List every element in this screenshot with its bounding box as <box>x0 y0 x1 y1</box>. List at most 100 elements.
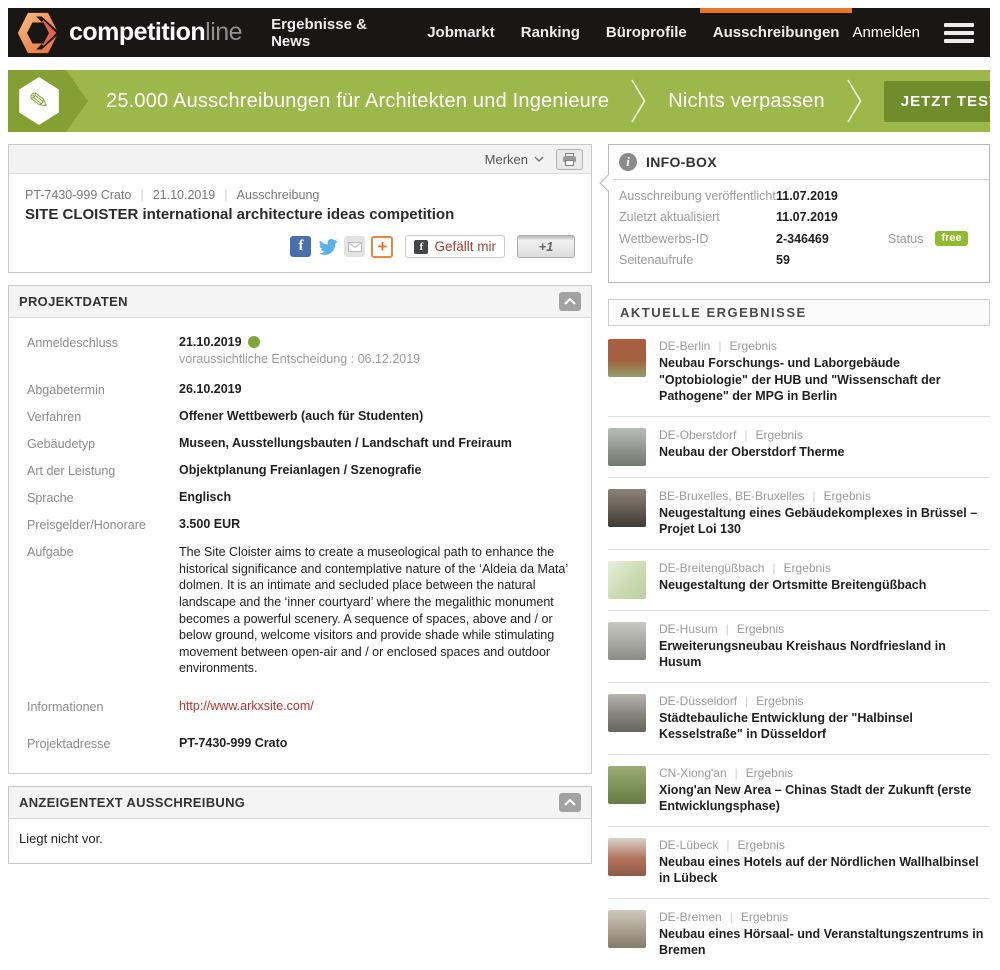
projektdaten-section: PROJEKTDATEN Anmeldeschluss 21.10.2019 v… <box>8 285 592 774</box>
result-meta: DE-OberstdorfErgebnis <box>659 428 844 442</box>
result-item-bremen[interactable]: DE-BremenErgebnis Neubau eines Hörsaal- … <box>608 899 990 970</box>
result-location: DE-Lübeck <box>659 838 718 852</box>
google-plusone-button[interactable]: +1 <box>517 235 575 258</box>
info-box: i INFO-BOX Ausschreibung veröffentlicht … <box>608 144 990 283</box>
nav-item-jobmarkt[interactable]: Jobmarkt <box>414 8 508 57</box>
results-list: DE-BerlinErgebnis Neubau Forschungs- und… <box>608 328 990 970</box>
brand-secondary: line <box>205 18 242 46</box>
facebook-like-button[interactable]: f Gefällt mir <box>405 235 505 258</box>
field-gebaeudetyp: Gebäudetyp Museen, Ausstellungsbauten / … <box>27 436 575 451</box>
facebook-share-icon[interactable]: f <box>290 236 311 257</box>
nav-right: Anmelden <box>852 8 990 57</box>
info-box-body: Ausschreibung veröffentlicht 11.07.2019 … <box>609 180 989 282</box>
nav-item-ergebnisse-news[interactable]: Ergebnisse & News <box>258 8 414 57</box>
result-location: DE-Berlin <box>659 339 710 353</box>
result-title: Neubau eines Hotels auf der Nördlichen W… <box>659 854 990 887</box>
jetzt-testen-button[interactable]: JETZT TESTEN <box>884 81 990 122</box>
login-link[interactable]: Anmelden <box>852 24 920 41</box>
cta-label: JETZT TESTEN <box>901 93 990 110</box>
result-tag: Ergebnis <box>710 339 777 353</box>
field-value: Englisch <box>179 490 575 505</box>
merken-dropdown[interactable]: Merken <box>485 152 544 167</box>
nav-item-ausschreibungen[interactable]: Ausschreibungen <box>700 8 853 57</box>
result-tag: Ergebnis <box>722 910 789 924</box>
field-informationen: Informationen http://www.arkxsite.com/ <box>27 699 575 714</box>
result-item-oberstdorf[interactable]: DE-OberstdorfErgebnis Neubau der Oberstd… <box>608 417 990 478</box>
result-thumbnail <box>608 910 646 948</box>
result-item-bruxelles[interactable]: BE-Bruxelles, BE-BruxellesErgebnis Neuge… <box>608 478 990 550</box>
print-button[interactable] <box>556 149 583 170</box>
result-tag: Ergebnis <box>727 766 794 780</box>
project-code: PT-7430-999 Crato <box>25 188 131 202</box>
entry-type: Ausschreibung <box>215 188 319 202</box>
social-share-row: f + f Gefällt mir +1 <box>25 235 575 258</box>
email-share-icon[interactable] <box>344 236 365 257</box>
card-body: PT-7430-999 Crato21.10.2019Ausschreibung… <box>9 174 591 272</box>
status-label: Status <box>888 232 923 246</box>
result-thumbnail <box>608 339 646 377</box>
info-box-title: INFO-BOX <box>646 154 717 170</box>
result-title: Neubau der Oberstdorf Therme <box>659 444 844 461</box>
external-website-link[interactable]: http://www.arkxsite.com/ <box>179 699 314 713</box>
like-label: Gefällt mir <box>434 239 496 254</box>
share-more-icon[interactable]: + <box>371 236 393 258</box>
result-title: Neubau Forschungs- und Laborgebäude "Opt… <box>659 355 990 405</box>
result-tag: Ergebnis <box>804 489 871 503</box>
info-row-seitenaufrufe: Seitenaufrufe 59 <box>619 253 979 267</box>
result-title: Neugestaltung der Ortsmitte Breitengüßba… <box>659 577 926 594</box>
result-meta: DE-DüsseldorfErgebnis <box>659 694 990 708</box>
promo-banner-badge: ✎ <box>8 70 88 132</box>
result-item-breitenguessbach[interactable]: DE-BreitengüßbachErgebnis Neugestaltung … <box>608 550 990 611</box>
result-location: DE-Husum <box>659 622 718 636</box>
result-tag: Ergebnis <box>718 838 785 852</box>
section-title: ANZEIGENTEXT AUSSCHREIBUNG <box>19 795 245 810</box>
chevron-up-icon <box>564 298 576 305</box>
result-meta: CN-Xiong'anErgebnis <box>659 766 990 780</box>
pencil-hexagon-icon: ✎ <box>17 77 61 125</box>
field-value: Offener Wettbewerb (auch für Studenten) <box>179 409 575 424</box>
competition-header-card: Merken PT-7430-999 Crato21.10.2019Aussch… <box>8 144 592 273</box>
top-navigation: competitionline Ergebnisse & News Jobmar… <box>8 8 990 57</box>
result-thumbnail <box>608 838 646 876</box>
brand-logo-link[interactable]: competitionline <box>8 8 258 57</box>
nav-item-bueroprofile[interactable]: Büroprofile <box>593 8 700 57</box>
result-tag: Ergebnis <box>736 428 803 442</box>
result-meta: DE-BreitengüßbachErgebnis <box>659 561 926 575</box>
result-tag: Ergebnis <box>718 622 785 636</box>
result-meta: DE-BerlinErgebnis <box>659 339 990 353</box>
result-title: Neubau eines Hörsaal- und Veranstaltungs… <box>659 926 990 959</box>
field-value: 3.500 EUR <box>179 517 575 532</box>
twitter-share-icon[interactable] <box>317 236 338 257</box>
result-location: DE-Oberstdorf <box>659 428 736 442</box>
info-box-header: i INFO-BOX <box>609 145 989 180</box>
anzeigentext-body: Liegt nicht vor. <box>9 819 591 863</box>
printer-icon <box>562 153 577 166</box>
chevron-down-icon <box>534 156 544 162</box>
field-projektadresse: Projektadresse PT-7430-999 Crato <box>27 736 575 751</box>
result-item-berlin[interactable]: DE-BerlinErgebnis Neubau Forschungs- und… <box>608 328 990 417</box>
result-thumbnail <box>608 489 646 527</box>
result-title: Xiong'an New Area – Chinas Stadt der Zuk… <box>659 782 990 815</box>
anzeigentext-section: ANZEIGENTEXT AUSSCHREIBUNG Liegt nicht v… <box>8 786 592 864</box>
result-item-husum[interactable]: DE-HusumErgebnis Erweiterungsneubau Krei… <box>608 611 990 683</box>
chevron-separator-icon <box>631 79 646 123</box>
result-item-duesseldorf[interactable]: DE-DüsseldorfErgebnis Städtebauliche Ent… <box>608 683 990 755</box>
result-thumbnail <box>608 766 646 804</box>
result-item-xiongan[interactable]: CN-Xiong'anErgebnis Xiong'an New Area – … <box>608 755 990 827</box>
nav-item-ranking[interactable]: Ranking <box>508 8 593 57</box>
result-meta: DE-BremenErgebnis <box>659 910 990 924</box>
facebook-icon: f <box>414 240 428 254</box>
field-sprache: Sprache Englisch <box>27 490 575 505</box>
hamburger-menu-icon[interactable] <box>942 19 976 47</box>
info-row-wettbewerbs-id: Wettbewerbs-ID 2-346469 Status free <box>619 231 979 246</box>
collapse-section-button[interactable] <box>559 292 581 311</box>
field-value: 26.10.2019 <box>179 382 575 397</box>
deadline-date: 21.10.2019 <box>131 188 215 202</box>
result-tag: Ergebnis <box>764 561 831 575</box>
result-meta: DE-HusumErgebnis <box>659 622 990 636</box>
field-value: 21.10.2019 <box>179 335 242 349</box>
result-item-luebeck[interactable]: DE-LübeckErgebnis Neubau eines Hotels au… <box>608 827 990 899</box>
result-thumbnail <box>608 561 646 599</box>
collapse-section-button[interactable] <box>559 793 581 812</box>
breadcrumb: PT-7430-999 Crato21.10.2019Ausschreibung <box>25 187 575 202</box>
